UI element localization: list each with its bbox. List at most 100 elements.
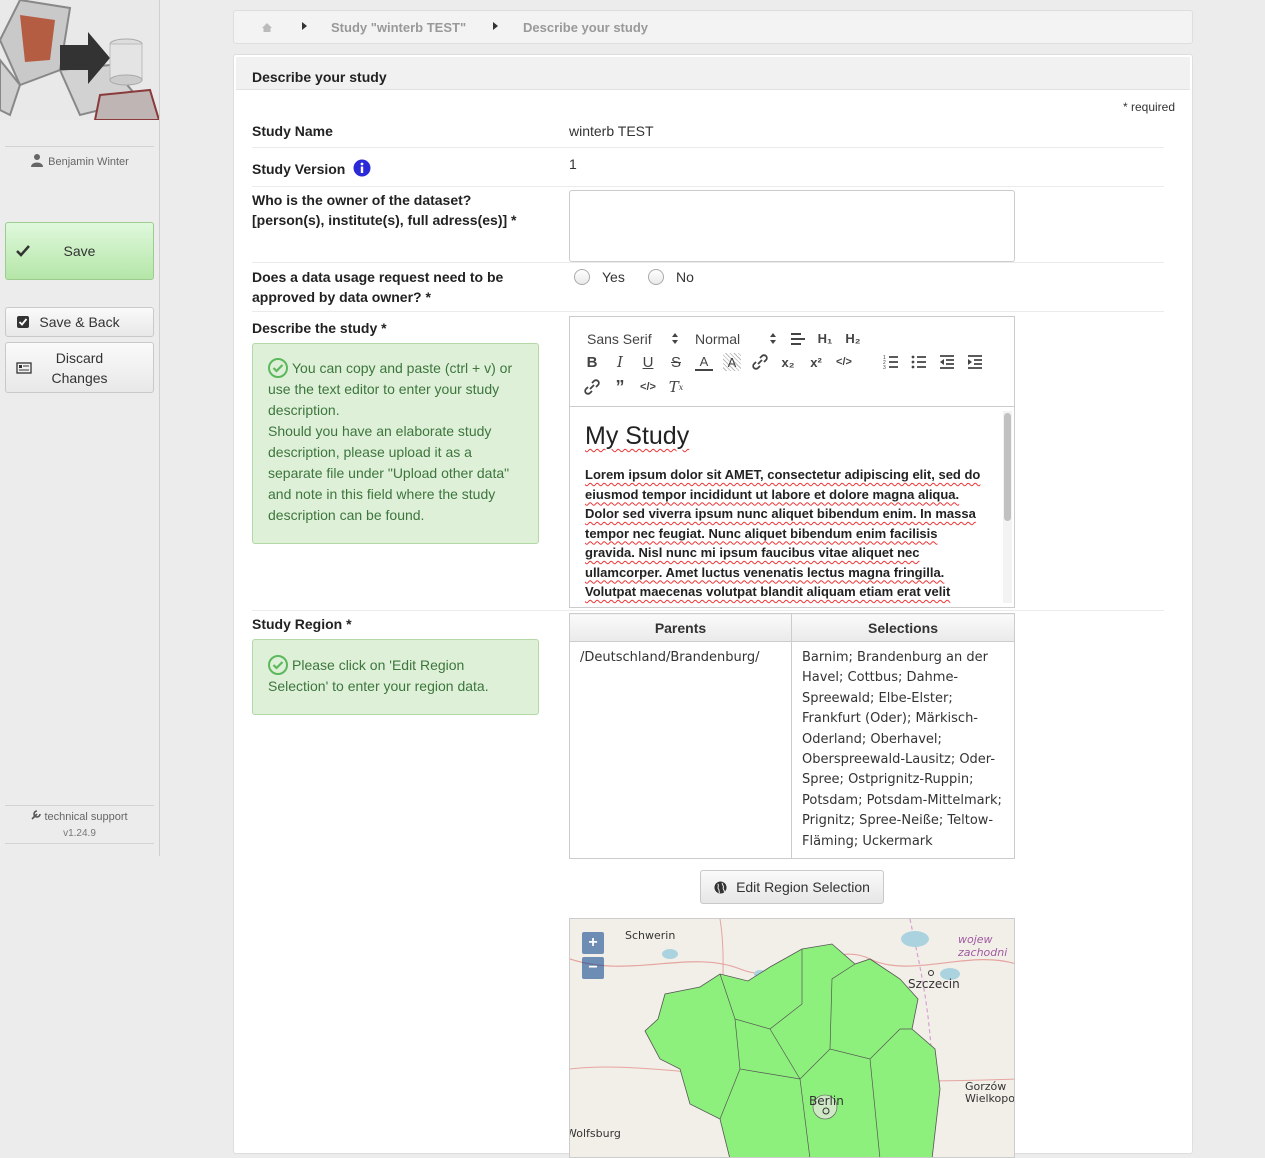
approval-yes-radio[interactable]: Yes [574, 269, 625, 285]
column-header-parents: Parents [569, 613, 792, 642]
align-icon[interactable] [789, 330, 807, 348]
radio-circle[interactable] [648, 269, 664, 285]
editor-content[interactable]: My Study Lorem ipsum dolor sit AMET, con… [570, 408, 1000, 607]
select-arrows-icon [770, 333, 776, 344]
check-icon [16, 245, 30, 257]
user-name: Benjamin Winter [48, 156, 129, 168]
breadcrumb-separator-icon [493, 22, 498, 30]
approval-no-label: No [676, 269, 694, 285]
info-icon[interactable] [353, 159, 371, 177]
user-line: Benjamin Winter [5, 146, 154, 168]
breadcrumb-separator-icon [302, 22, 307, 30]
heading2-icon[interactable]: H₂ [844, 329, 862, 347]
editor-scrollbar[interactable] [1003, 411, 1012, 603]
editor-content-title: My Study [585, 422, 690, 450]
font-select[interactable]: Sans Serif [587, 331, 652, 347]
map-label-wolfsburg: Wolfsburg [569, 1127, 621, 1140]
map-label-szczecin: Szczecin [908, 977, 960, 991]
select-arrows-icon [672, 333, 678, 344]
strikethrough-icon[interactable]: S [667, 353, 685, 371]
indent-icon[interactable] [966, 353, 984, 371]
approval-label-line1: Does a data usage request need to be [252, 269, 504, 285]
italic-icon[interactable]: I [611, 353, 629, 371]
code-block-icon[interactable]: </> [639, 378, 657, 396]
globe-icon [714, 880, 727, 894]
approval-label: Does a data usage request need to be app… [252, 267, 503, 307]
discard-changes-button[interactable]: Discard Changes [5, 342, 154, 393]
editor-content-text: Lorem ipsum dolor sit AMET, consectetur … [585, 467, 981, 599]
study-version-label-text: Study Version [252, 161, 346, 177]
home-icon[interactable] [261, 22, 273, 33]
breadcrumb-current: Describe your study [523, 20, 648, 35]
edit-region-selection-button[interactable]: Edit Region Selection [700, 870, 884, 904]
divider [252, 610, 1164, 611]
owner-label-line1: Who is the owner of the dataset? [252, 192, 472, 208]
link-icon[interactable] [751, 353, 769, 371]
region-map[interactable]: + − Schwerin Szczecin Berlin Gorzów Wiel… [569, 918, 1015, 1158]
divider [252, 311, 1164, 312]
study-version-label: Study Version [252, 159, 371, 179]
radio-circle[interactable] [574, 269, 590, 285]
owner-label-line2: [person(s), institute(s), full adress(es… [252, 212, 517, 228]
column-header-selections: Selections [791, 613, 1015, 642]
approval-no-radio[interactable]: No [648, 269, 694, 285]
superscript-icon[interactable]: x² [807, 353, 825, 371]
save-button[interactable]: Save [5, 222, 154, 280]
scrollbar-thumb[interactable] [1004, 413, 1011, 521]
selections-cell: Barnim; Brandenburg an der Havel; Cottbu… [791, 640, 1015, 860]
divider [252, 186, 1164, 187]
version-text: v1.24.9 [63, 828, 96, 839]
describe-hint-alert: You can copy and paste (ctrl + v) or use… [252, 343, 539, 544]
map-label-schwerin: Schwerin [625, 929, 676, 942]
background-color-icon[interactable]: A [723, 353, 741, 371]
heading1-icon[interactable]: H₁ [816, 329, 834, 347]
zoom-out-button[interactable]: − [582, 957, 604, 979]
region-hint-text: Please click on 'Edit Region Selection' … [268, 657, 489, 694]
support-area: technical support v1.24.9 [5, 805, 154, 844]
required-note: * required [1122, 100, 1175, 114]
subscript-icon[interactable]: x₂ [779, 353, 797, 371]
map-label-berlin: Berlin [809, 1094, 844, 1108]
bold-icon[interactable]: B [583, 353, 601, 371]
technical-support-link[interactable]: technical support [5, 810, 154, 823]
approval-yes-label: Yes [602, 269, 625, 285]
bullet-list-icon[interactable] [910, 353, 928, 371]
underline-icon[interactable]: U [639, 353, 657, 371]
region-hint-alert: Please click on 'Edit Region Selection' … [252, 639, 539, 715]
rich-text-editor[interactable]: Sans Serif Normal H₁ H₂ B I U S A A x₂ x… [569, 316, 1015, 608]
sidebar: Benjamin Winter Save Save & Back Discard… [0, 0, 160, 856]
text-color-icon[interactable]: A [695, 353, 713, 371]
ordered-list-icon[interactable]: 123 [882, 353, 900, 371]
app-logo [0, 0, 159, 120]
panel-title: Describe your study [236, 57, 1190, 90]
list-icon [16, 361, 32, 374]
link-icon[interactable] [583, 378, 601, 396]
outdent-icon[interactable] [938, 353, 956, 371]
user-icon [31, 154, 44, 167]
discard-changes-label: Discard Changes [51, 349, 108, 386]
code-icon[interactable]: </> [835, 353, 853, 371]
main-panel: Describe your study * required Study Nam… [233, 54, 1193, 1158]
study-name-label: Study Name [252, 123, 333, 139]
region-label: Study Region * [252, 616, 352, 632]
save-back-button[interactable]: Save & Back [5, 307, 154, 337]
owner-textarea[interactable] [569, 190, 1015, 262]
save-button-label: Save [63, 243, 96, 259]
table-row: /Deutschland/Brandenburg/ Barnim; Brande… [569, 640, 1015, 860]
edit-region-label: Edit Region Selection [736, 879, 870, 895]
blockquote-icon[interactable]: ” [611, 377, 629, 397]
zoom-in-button[interactable]: + [582, 932, 604, 954]
clear-format-icon[interactable]: Tx [667, 378, 685, 396]
describe-hint-line1: You can copy and paste (ctrl + v) or use… [268, 360, 513, 418]
parent-cell: /Deutschland/Brandenburg/ [569, 640, 792, 860]
checkbox-icon [17, 316, 29, 328]
check-circle-icon [268, 655, 288, 675]
describe-hint-line2: Should you have an elaborate study descr… [268, 423, 510, 523]
approval-label-line2: approved by data owner? * [252, 289, 431, 305]
svg-text:3: 3 [883, 365, 886, 371]
breadcrumb-study[interactable]: Study "winterb TEST" [331, 20, 466, 35]
wrench-icon [31, 810, 42, 820]
study-version-value: 1 [569, 156, 577, 172]
size-select[interactable]: Normal [695, 331, 740, 347]
map-label-wojewodztwo: wojew zachodni [958, 933, 1008, 959]
